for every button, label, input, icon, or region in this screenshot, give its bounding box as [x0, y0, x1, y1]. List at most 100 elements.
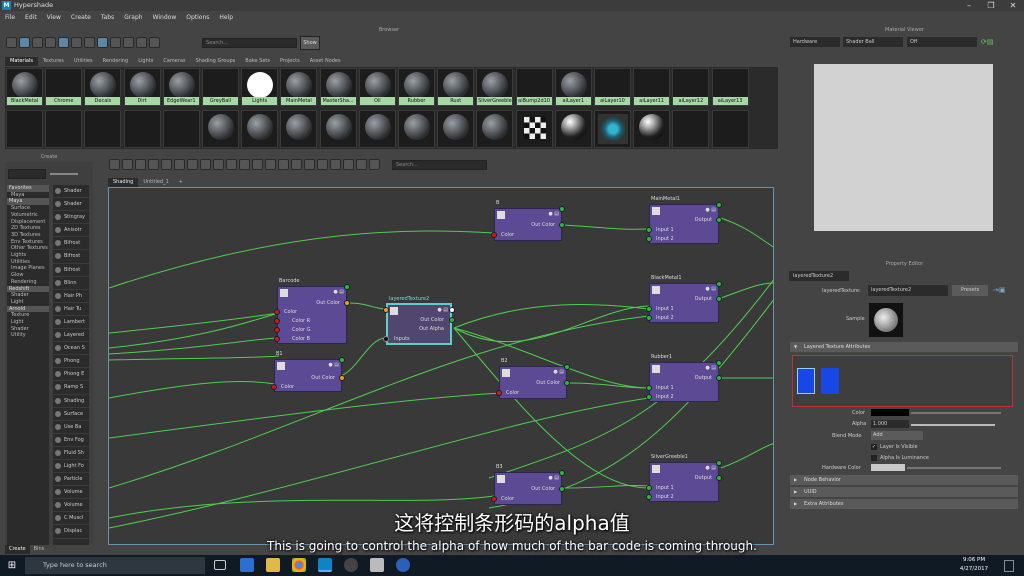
port[interactable]: [274, 309, 280, 315]
taskbar-clock[interactable]: 9:06 PM 4/27/2017: [956, 556, 992, 574]
node-name-field[interactable]: layeredTexture2: [868, 285, 948, 296]
graph-tool-icon[interactable]: [109, 159, 120, 170]
node-barcode[interactable]: Barcode ● ▤ Out Color Color Color R Colo…: [274, 278, 350, 344]
graph-icon[interactable]: [149, 37, 160, 48]
menu-window[interactable]: Window: [148, 12, 182, 24]
alpha-luminance-checkbox[interactable]: [871, 455, 877, 461]
tab-untitled[interactable]: Untitled_1: [138, 178, 173, 187]
port[interactable]: [274, 336, 280, 342]
material-swatch[interactable]: EdgeWear1: [162, 68, 200, 106]
mode-dropdown[interactable]: Off: [907, 37, 977, 47]
material-swatch[interactable]: MainMetal: [280, 68, 318, 106]
port[interactable]: [559, 222, 565, 228]
create-category[interactable]: 3D Textures: [7, 232, 49, 239]
node-mainmetal1[interactable]: MainMetal1 ● ▤ Output Input 1 Input 2: [646, 196, 722, 244]
menu-edit[interactable]: Edit: [20, 12, 42, 24]
browser-tab-rendering[interactable]: Rendering: [98, 57, 134, 66]
create-category[interactable]: Image Planes: [7, 265, 49, 272]
section-node-behavior[interactable]: Node Behavior: [790, 475, 1018, 485]
browser-tab-projects[interactable]: Projects: [275, 57, 305, 66]
renderer-dropdown[interactable]: Hardware: [790, 37, 840, 47]
hardware-color-slider[interactable]: [907, 467, 1001, 469]
create-node-item[interactable]: Blinn: [53, 277, 89, 290]
large-swatch-icon[interactable]: [71, 37, 82, 48]
material-swatch[interactable]: GreyBall: [202, 68, 239, 106]
browser-tab-bake-sets[interactable]: Bake Sets: [240, 57, 275, 66]
material-swatch[interactable]: aiLayer12: [672, 68, 710, 106]
hardware-color-swatch[interactable]: [871, 464, 905, 471]
material-swatch[interactable]: aiLayer11: [633, 68, 671, 106]
graph-tool-icon[interactable]: [304, 159, 315, 170]
port[interactable]: [716, 202, 722, 208]
small-swatch-icon[interactable]: [45, 37, 56, 48]
create-node-item[interactable]: Layered: [53, 329, 89, 343]
alpha-field[interactable]: 1.000: [871, 420, 909, 428]
create-node-item[interactable]: Env Fog: [53, 434, 89, 447]
app-icon[interactable]: [396, 558, 410, 572]
sort-type-icon[interactable]: [123, 37, 134, 48]
create-category[interactable]: Volumetric: [7, 212, 49, 219]
graph-tool-icon[interactable]: [265, 159, 276, 170]
browser-tab-lights[interactable]: Lights: [133, 57, 158, 66]
material-swatch[interactable]: [515, 110, 553, 148]
create-category[interactable]: Shader: [7, 292, 49, 299]
create-category[interactable]: Rendering: [7, 279, 49, 286]
menu-graph[interactable]: Graph: [119, 12, 147, 24]
material-swatch[interactable]: Rubber: [398, 68, 435, 106]
alpha-slider[interactable]: [911, 424, 995, 426]
create-node-item[interactable]: Shading: [53, 395, 89, 408]
port[interactable]: [716, 217, 722, 223]
show-button[interactable]: Show: [300, 36, 320, 50]
create-category[interactable]: Texture: [7, 312, 49, 319]
material-swatch[interactable]: [202, 110, 239, 148]
port[interactable]: [449, 307, 455, 313]
create-node-item[interactable]: Stingray: [53, 211, 89, 225]
port[interactable]: [646, 315, 652, 321]
material-swatch[interactable]: aiLayer1: [554, 68, 592, 106]
browser-tab-shading-groups[interactable]: Shading Groups: [191, 57, 241, 66]
restore-icon[interactable]: ❐: [980, 0, 1002, 11]
graph-tool-icon[interactable]: [187, 159, 198, 170]
browser-tab-materials[interactable]: Materials: [5, 57, 38, 66]
close-icon[interactable]: ✕: [1002, 0, 1024, 11]
create-node-item[interactable]: Ocean S: [53, 342, 89, 356]
tab-shading[interactable]: Shading: [108, 178, 139, 187]
graph-tool-icon[interactable]: [122, 159, 133, 170]
port[interactable]: [646, 306, 652, 312]
create-node-item[interactable]: Lambert: [53, 316, 89, 330]
port[interactable]: [716, 460, 722, 466]
material-swatch[interactable]: Decals: [84, 68, 122, 106]
material-swatch[interactable]: SilverGreeble: [476, 68, 514, 106]
port[interactable]: [491, 232, 497, 238]
material-swatch[interactable]: [241, 110, 279, 148]
graph-tool-icon[interactable]: [343, 159, 354, 170]
node-b2[interactable]: B2 ● ▤ Out Color Color: [496, 358, 570, 399]
port[interactable]: [646, 227, 652, 233]
port[interactable]: [646, 485, 652, 491]
create-node-item[interactable]: Shader: [53, 198, 89, 212]
menu-tabs[interactable]: Tabs: [96, 12, 119, 24]
menu-options[interactable]: Options: [181, 12, 214, 24]
node-b[interactable]: B ● ▤ Out Color Color: [491, 200, 565, 241]
port[interactable]: [564, 380, 570, 386]
port[interactable]: [716, 281, 722, 287]
section-uuid[interactable]: UUID: [790, 487, 1018, 497]
graph-tool-icon[interactable]: [148, 159, 159, 170]
material-swatch[interactable]: [476, 110, 514, 148]
material-swatch[interactable]: aiBump2d10: [515, 68, 553, 106]
create-node-item[interactable]: Hair Tu: [53, 303, 89, 316]
graph-tool-icon[interactable]: [200, 159, 211, 170]
material-swatch[interactable]: MasterSha...: [319, 68, 357, 106]
node-graph[interactable]: B ● ▤ Out Color Color MainMetal1 ● ▤ Out…: [108, 187, 774, 545]
create-node-item[interactable]: Particle: [53, 473, 89, 487]
layer-swatch-2[interactable]: [821, 368, 839, 394]
port[interactable]: [496, 390, 502, 396]
layer-swatch-1[interactable]: [797, 368, 815, 394]
graph-tool-icon[interactable]: [161, 159, 172, 170]
shape-dropdown[interactable]: Shader Ball: [843, 37, 903, 47]
create-category[interactable]: Utility: [7, 332, 49, 339]
create-node-item[interactable]: Phong: [53, 355, 89, 369]
create-node-item[interactable]: Volume: [53, 486, 89, 500]
swatch-size-slider[interactable]: [50, 173, 78, 175]
material-swatch[interactable]: [123, 110, 161, 148]
